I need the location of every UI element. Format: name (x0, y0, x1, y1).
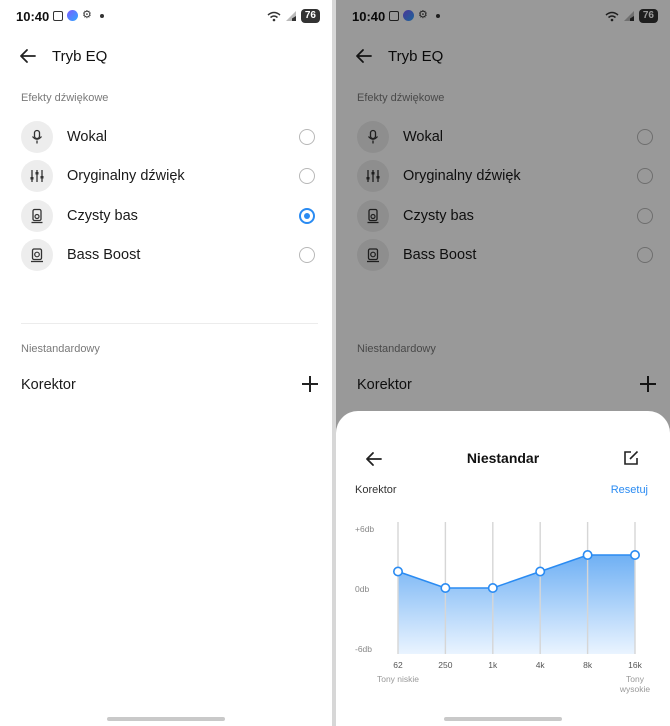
effect-label: Czysty bas (67, 208, 138, 224)
effect-radio-selected[interactable] (299, 208, 315, 224)
battery-indicator: 76 (300, 9, 320, 23)
effect-row-clear-bass[interactable]: Czysty bas (0, 196, 332, 236)
high-tones-label-1: Tony (626, 674, 645, 684)
eq-handle-8k[interactable] (582, 549, 593, 560)
sliders-icon (21, 160, 53, 192)
equalizer-chart-svg[interactable]: +6db 0db -6db 62 250 1k 4k 8k 16k Tony niskie… (336, 511, 670, 711)
eq-handle-16k[interactable] (629, 549, 640, 560)
microphone-icon (21, 121, 53, 153)
high-tones-label-2: wysokie (619, 684, 651, 694)
y-label-bottom: -6db (355, 644, 372, 654)
sheet-title: Niestandar (466, 450, 540, 466)
edit-icon[interactable] (622, 449, 640, 467)
sound-effects-heading: Efekty dźwiękowe (21, 92, 109, 104)
eq-band-label: 8k (583, 660, 593, 670)
y-label-top: +6db (355, 524, 374, 534)
effect-radio[interactable] (299, 129, 315, 145)
status-time: 10:40 (16, 9, 50, 24)
effect-label: Oryginalny dźwięk (67, 168, 185, 184)
eq-band-label: 1k (488, 660, 498, 670)
more-notifications-icon (99, 13, 104, 18)
eq-band-label: 16k (628, 660, 642, 670)
screenshot-icon (53, 10, 63, 21)
eq-handle-250[interactable] (440, 583, 451, 594)
signal-icon (285, 11, 296, 21)
eq-handle-1k[interactable] (487, 583, 498, 594)
effect-row-bass-boost[interactable]: Bass Boost (0, 235, 332, 275)
wifi-icon (267, 11, 281, 21)
eq-handle-62[interactable] (392, 566, 403, 577)
back-arrow-icon[interactable] (18, 46, 38, 66)
eq-band-label: 62 (393, 660, 403, 670)
eq-area (398, 555, 635, 654)
page-title: Tryb EQ (52, 48, 108, 65)
app-notification-icon (67, 10, 78, 21)
eq-mode-screen-with-sheet: 10:40 ⚙ 76 Tryb EQ Efekty dźwiękowe Woka… (336, 0, 670, 726)
effect-label: Bass Boost (67, 247, 141, 263)
reset-button[interactable]: Resetuj (611, 484, 648, 496)
effect-row-vocal[interactable]: Wokal (0, 117, 332, 157)
top-bar: Tryb EQ (0, 40, 332, 74)
gear-icon: ⚙ (82, 9, 92, 21)
eq-handle-4k[interactable] (535, 566, 546, 577)
add-icon[interactable] (302, 376, 318, 392)
low-tones-label: Tony niskie (377, 674, 419, 684)
y-label-mid: 0db (355, 584, 369, 594)
speaker-icon (21, 200, 53, 232)
effect-row-original[interactable]: Oryginalny dźwięk (0, 156, 332, 196)
status-bar: 10:40 ⚙ 76 (0, 0, 332, 34)
equalizer-sheet: Niestandar Korektor Resetuj +6db 0db -6d… (336, 411, 670, 726)
eq-band-label: 4k (536, 660, 546, 670)
speaker-boost-icon (21, 239, 53, 271)
effect-radio[interactable] (299, 168, 315, 184)
equalizer-label[interactable]: Korektor (21, 377, 76, 393)
eq-mode-screen: 10:40 ⚙ 76 Tryb EQ Efekty dźwiękowe Woka… (0, 0, 332, 726)
equalizer-sublabel: Korektor (355, 484, 397, 496)
equalizer-chart[interactable]: +6db 0db -6db 62 250 1k 4k 8k 16k Tony niskie… (336, 511, 670, 711)
effect-label: Wokal (67, 129, 108, 145)
custom-heading: Niestandardowy (21, 343, 100, 355)
effect-radio[interactable] (299, 247, 315, 263)
eq-band-label: 250 (438, 660, 452, 670)
home-indicator[interactable] (107, 717, 225, 721)
section-divider (21, 323, 318, 324)
home-indicator[interactable] (444, 717, 562, 721)
